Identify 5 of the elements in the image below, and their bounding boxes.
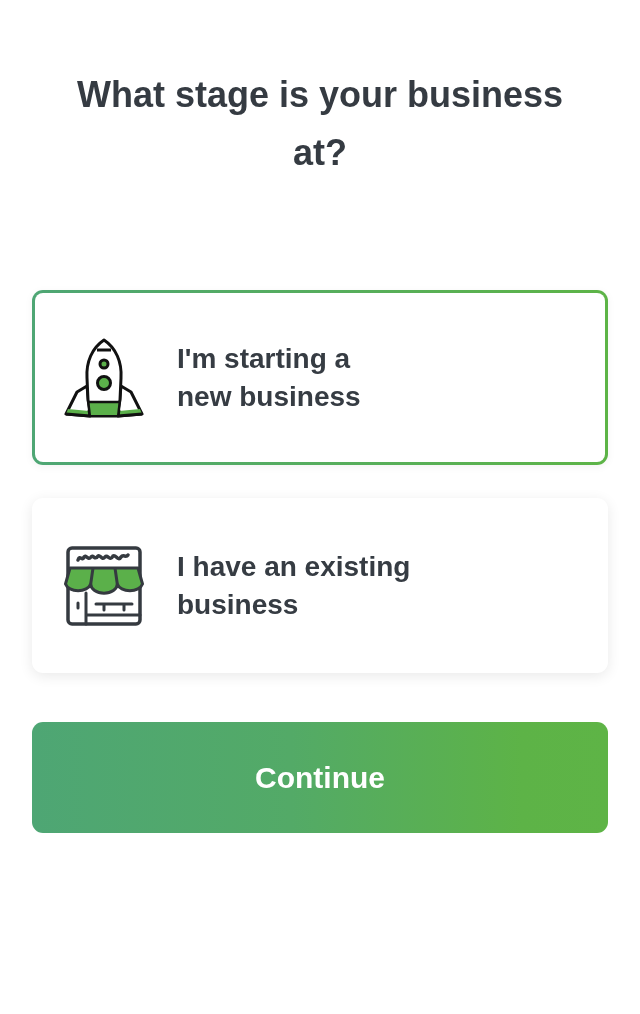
option-card[interactable]: I'm starting a new business [32, 290, 608, 465]
option-card[interactable]: I have an existing business [32, 498, 608, 673]
shop-icon [64, 545, 144, 626]
rocket-icon [64, 337, 144, 418]
page-title: What stage is your business at? [75, 73, 565, 175]
